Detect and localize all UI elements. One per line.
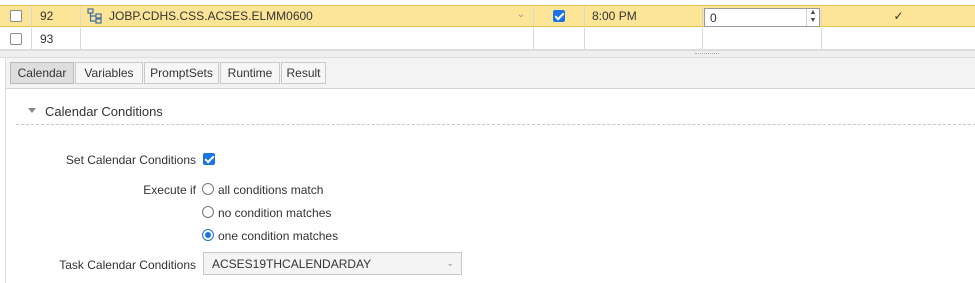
value-cell[interactable] [703, 28, 822, 49]
stepper-arrows[interactable]: ▲ ▼ [806, 9, 819, 26]
stepper-down-icon[interactable]: ▼ [807, 17, 819, 25]
set-calendar-label: Set Calendar Conditions [65, 153, 196, 167]
value-input[interactable] [705, 9, 806, 26]
collapse-icon[interactable] [28, 108, 36, 113]
row-number: 93 [40, 31, 54, 46]
tab-calendar[interactable]: Calendar [10, 62, 74, 84]
set-calendar-checkbox[interactable] [203, 153, 215, 165]
job-name: JOBP.CDHS.CSS.ACSES.ELMM0600 [109, 9, 313, 23]
radio-all-label[interactable]: all conditions match [218, 183, 323, 197]
tab-variables[interactable]: Variables [75, 62, 143, 84]
row-number-cell: 92 [32, 6, 81, 26]
radio-no-condition[interactable] [202, 206, 214, 218]
section-title: Calendar Conditions [45, 104, 163, 119]
task-calendar-select[interactable]: ACSES19THCALENDARDAY ⌄ [203, 252, 462, 275]
detail-panel: Calendar Variables PromptSets Runtime Re… [5, 58, 975, 283]
active-cell[interactable] [534, 6, 585, 26]
calendar-section-header[interactable]: Calendar Conditions [16, 100, 975, 125]
panel-splitter[interactable] [0, 50, 975, 58]
radio-one-label[interactable]: one condition matches [218, 229, 338, 243]
job-name-cell[interactable]: JOBP.CDHS.CSS.ACSES.ELMM0600 ⌄ [81, 6, 534, 26]
workflow-icon [87, 8, 103, 24]
tab-result[interactable]: Result [281, 62, 326, 84]
radio-all-conditions[interactable] [202, 183, 214, 195]
chevron-down-icon[interactable]: ⌄ [517, 9, 525, 20]
status-cell: ✓ [822, 6, 975, 26]
chevron-down-icon[interactable]: ⌄ [446, 258, 454, 269]
active-checkbox[interactable] [553, 10, 565, 22]
row-number: 92 [40, 9, 54, 23]
row-select-cell[interactable] [0, 28, 32, 49]
task-calendar-label: Task Calendar Conditions [59, 258, 196, 272]
row-number-cell: 93 [32, 28, 81, 49]
table-row[interactable]: 92 JOBP.CDHS.CSS.ACSES.ELMM0600 ⌄ 8:00 P… [0, 5, 975, 27]
row-select-checkbox[interactable] [9, 10, 22, 22]
tab-promptsets[interactable]: PromptSets [144, 62, 219, 84]
time-cell[interactable] [585, 28, 703, 49]
status-cell [822, 28, 975, 49]
table-row[interactable]: 93 [0, 28, 975, 50]
active-cell[interactable] [534, 28, 585, 49]
stepper-up-icon[interactable]: ▲ [807, 9, 819, 17]
tab-runtime[interactable]: Runtime [220, 62, 280, 84]
execute-if-label: Execute if [143, 183, 196, 197]
time-cell[interactable]: 8:00 PM [585, 6, 703, 26]
splitter-grip[interactable] [695, 53, 719, 56]
tab-bar: Calendar Variables PromptSets Runtime Re… [6, 58, 975, 89]
value-stepper[interactable]: ▲ ▼ [704, 8, 820, 27]
task-calendar-value: ACSES19THCALENDARDAY [212, 257, 372, 271]
time-value: 8:00 PM [592, 9, 637, 23]
row-select-checkbox[interactable] [9, 32, 22, 45]
radio-one-condition[interactable] [202, 229, 214, 241]
radio-no-label[interactable]: no condition matches [218, 206, 331, 220]
row-select-cell[interactable] [0, 6, 32, 26]
check-icon: ✓ [893, 9, 904, 23]
job-name-cell[interactable] [81, 28, 534, 49]
